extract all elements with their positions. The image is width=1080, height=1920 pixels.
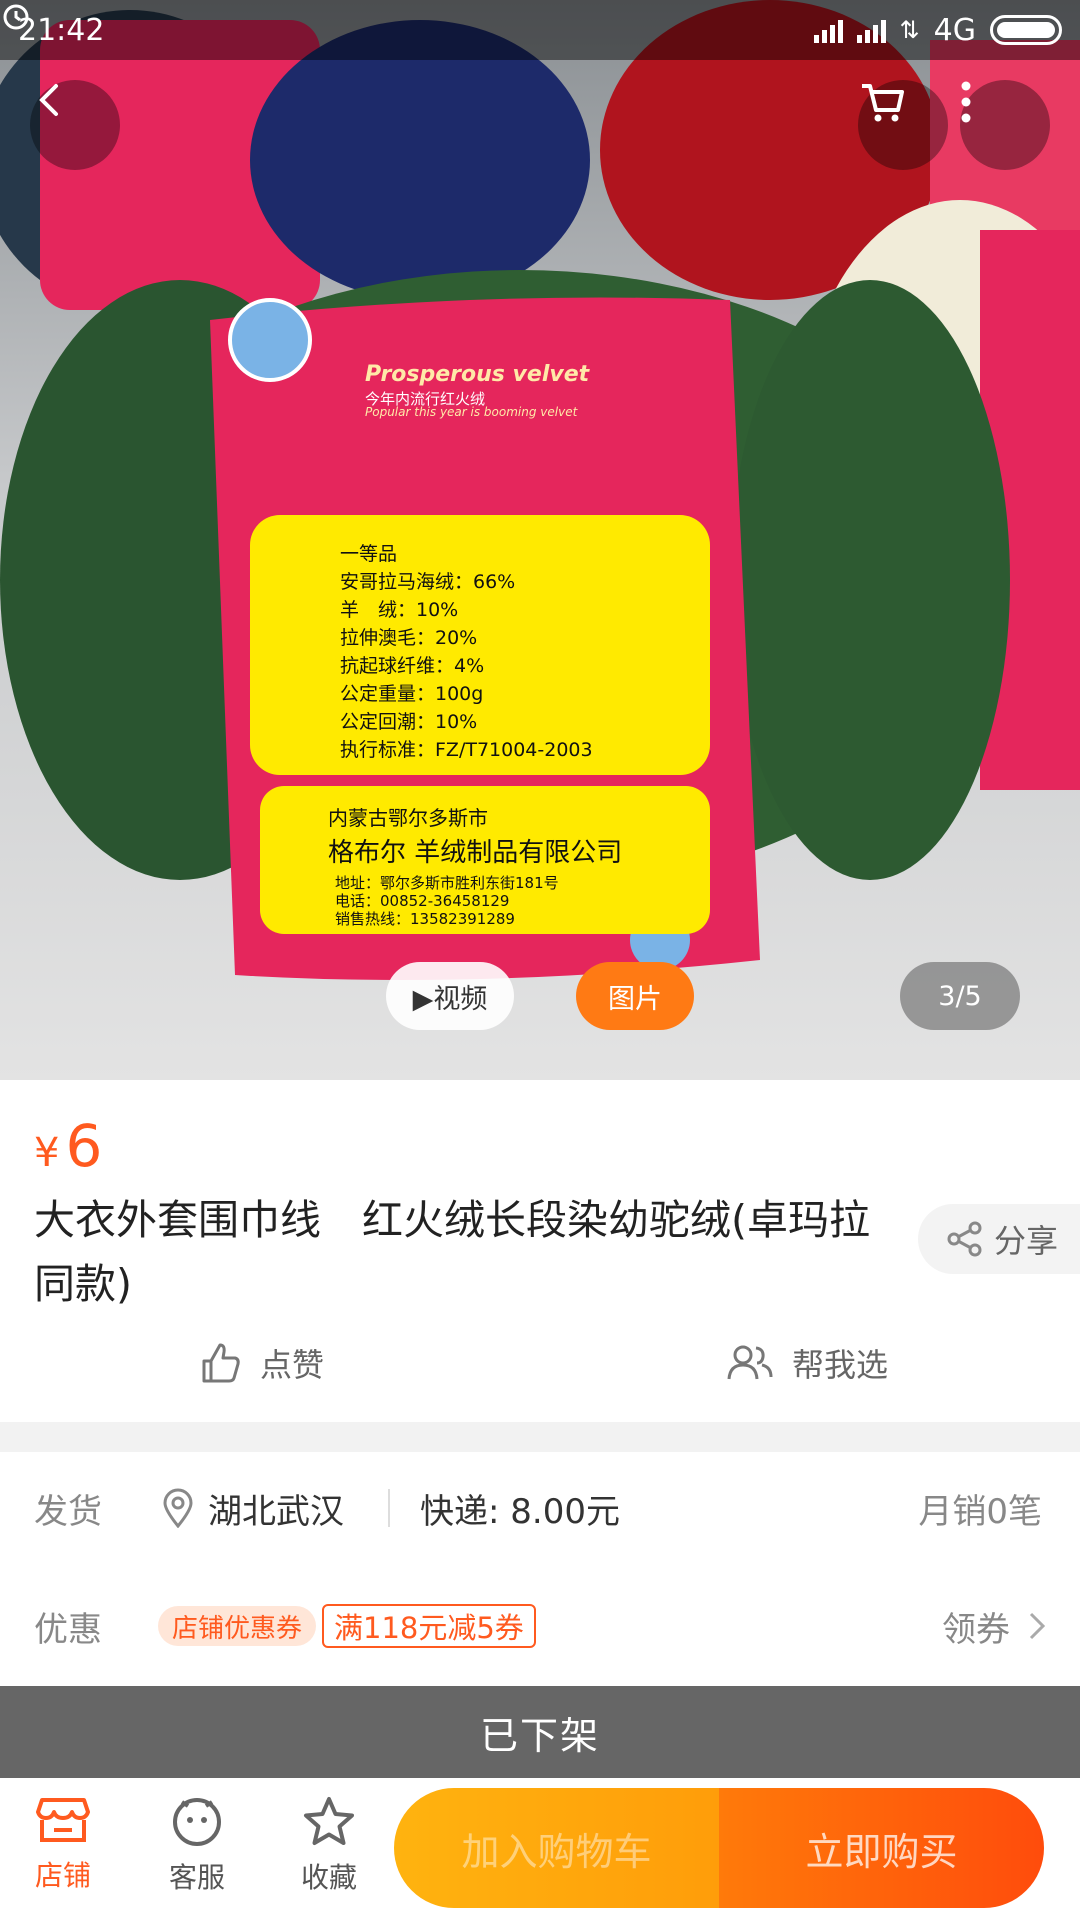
label-spec-line: 拉伸澳毛：20% bbox=[340, 627, 478, 649]
like-button[interactable]: 点赞 bbox=[198, 1340, 324, 1386]
promo-row[interactable]: 优惠 店铺优惠券 满118元减5券 领券 bbox=[0, 1586, 1080, 1666]
network-type: 4G bbox=[933, 12, 976, 48]
share-icon bbox=[947, 1221, 982, 1257]
label-spec-line: 公定回潮：10% bbox=[340, 711, 478, 733]
get-coupon-label: 领券 bbox=[942, 1609, 1010, 1650]
social-actions: 点赞 帮我选 bbox=[0, 1340, 1080, 1396]
thumbs-up-icon bbox=[202, 1343, 240, 1383]
star-icon bbox=[304, 1797, 354, 1845]
like-label: 点赞 bbox=[260, 1346, 325, 1384]
service-label: 客服 bbox=[168, 1861, 225, 1894]
favorite-label: 收藏 bbox=[300, 1861, 357, 1894]
store-icon bbox=[36, 1798, 90, 1842]
signal-icon-2 bbox=[856, 17, 886, 43]
label-hotline: 销售热线：13582391289 bbox=[335, 910, 515, 928]
share-label: 分享 bbox=[994, 1222, 1059, 1260]
label-spec-line: 抗起球纤维：4% bbox=[340, 655, 485, 677]
monthly-sales: 月销0笔 bbox=[918, 1491, 1042, 1532]
promo-label: 优惠 bbox=[34, 1609, 102, 1650]
chevron-left-icon bbox=[39, 84, 58, 116]
help-choose-label: 帮我选 bbox=[792, 1346, 889, 1384]
product-title: 大衣外套围巾线 红火绒长段染幼驼绒(卓玛拉同款) bbox=[34, 1196, 870, 1308]
store-coupon-tag: 店铺优惠券 bbox=[158, 1606, 317, 1646]
purchase-buttons: 加入购物车 立即购买 bbox=[394, 1788, 1044, 1908]
battery-icon bbox=[990, 15, 1062, 45]
shipping-location-text: 湖北武汉 bbox=[208, 1491, 344, 1532]
separator bbox=[388, 1489, 390, 1527]
currency-symbol: ¥ bbox=[34, 1130, 60, 1176]
label-spec-list: 一等品 安哥拉马海绒：66% 羊 绒：10% 拉伸澳毛：20% 抗起球纤维：4%… bbox=[340, 540, 593, 764]
favorite-button[interactable]: 收藏 bbox=[274, 1796, 384, 1896]
shipping-fee: 快递: 8.00元 bbox=[420, 1491, 620, 1532]
video-tab[interactable]: ▶视频 bbox=[386, 962, 514, 1030]
service-face-icon bbox=[173, 1798, 221, 1846]
label-english-sub: Popular this year is booming velvet bbox=[365, 405, 578, 419]
bottom-action-bar: 店铺 客服 收藏 加入购物车 立即购买 bbox=[0, 1778, 1080, 1920]
status-bar: 21:42 ⇅ 4G bbox=[0, 0, 1080, 60]
delisted-banner: 已下架 bbox=[0, 1686, 1080, 1778]
label-spec-line: 羊 绒：10% bbox=[340, 599, 459, 621]
people-icon bbox=[727, 1345, 773, 1380]
customer-service-button[interactable]: 客服 bbox=[142, 1796, 252, 1896]
data-arrows-icon: ⇅ bbox=[899, 16, 920, 44]
section-divider bbox=[0, 1422, 1080, 1452]
photo-tab[interactable]: 图片 bbox=[576, 962, 694, 1030]
help-choose-button[interactable]: 帮我选 bbox=[726, 1340, 888, 1386]
add-to-cart-button[interactable]: 加入购物车 bbox=[394, 1788, 719, 1908]
label-spec-line: 安哥拉马海绒：66% bbox=[340, 571, 516, 593]
shipping-label: 发货 bbox=[34, 1491, 102, 1532]
shipping-location: 湖北武汉 bbox=[162, 1484, 344, 1533]
more-button[interactable] bbox=[960, 80, 1050, 170]
store-button[interactable]: 店铺 bbox=[8, 1796, 118, 1894]
share-button[interactable]: 分享 bbox=[918, 1204, 1080, 1274]
price: ¥ 6 bbox=[34, 1112, 102, 1180]
status-time: 21:42 bbox=[18, 12, 105, 48]
signal-icon bbox=[813, 17, 843, 43]
store-label: 店铺 bbox=[34, 1859, 91, 1892]
product-image[interactable]: Prosperous velvet 今年内流行红火绒 Popular this … bbox=[0, 0, 1080, 1080]
shipping-row: 发货 湖北武汉 快递: 8.00元 月销0笔 bbox=[0, 1468, 1080, 1548]
get-coupon-button[interactable]: 领券 bbox=[942, 1602, 1046, 1651]
location-pin-icon bbox=[163, 1488, 193, 1528]
label-spec-line: 执行标准：FZ/T71004-2003 bbox=[340, 739, 593, 761]
coupon-badge: 满118元减5券 bbox=[322, 1604, 536, 1648]
buy-now-button[interactable]: 立即购买 bbox=[719, 1788, 1044, 1908]
back-button[interactable] bbox=[30, 80, 120, 170]
image-counter: 3/5 bbox=[900, 962, 1020, 1030]
more-vertical-icon bbox=[961, 81, 971, 123]
cart-button[interactable] bbox=[858, 80, 948, 170]
price-value: 6 bbox=[65, 1112, 103, 1180]
label-spec-line: 一等品 bbox=[340, 543, 398, 565]
chevron-right-icon bbox=[1029, 1612, 1046, 1640]
label-spec-line: 公定重量：100g bbox=[340, 683, 484, 705]
cart-icon bbox=[862, 84, 904, 122]
status-icons: ⇅ 4G bbox=[3, 4, 1062, 48]
label-english-title: Prosperous velvet bbox=[365, 362, 590, 387]
label-brand-line2: 格布尔 羊绒制品有限公司 bbox=[328, 838, 623, 868]
label-brand-line1: 内蒙古鄂尔多斯市 bbox=[328, 806, 488, 830]
